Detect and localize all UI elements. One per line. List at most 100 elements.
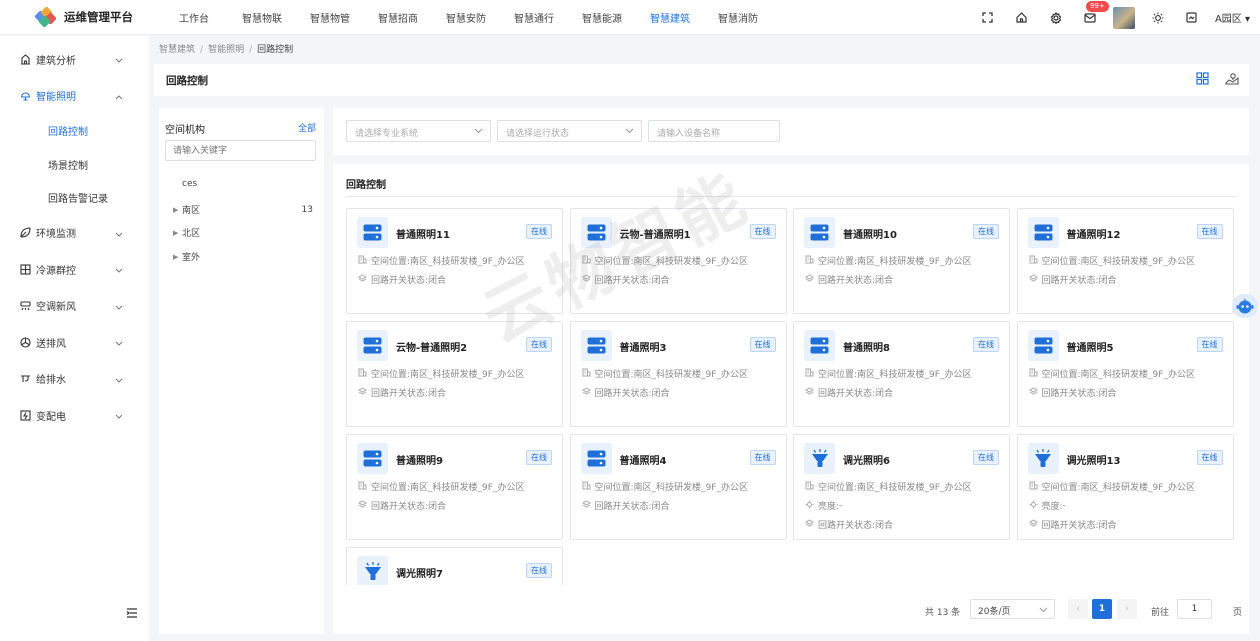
switch-light-icon <box>804 217 835 248</box>
dimmer-light-icon <box>1027 443 1059 474</box>
tenant-selector[interactable]: A园区 ▾ <box>1215 10 1250 25</box>
sidebar-subitem-1[interactable]: 场景控制 <box>0 148 149 182</box>
switch-status-label: 回路开关状态: <box>818 521 876 531</box>
chevron-up-icon <box>115 92 123 103</box>
sidebar-item-6[interactable]: 给排水 <box>0 361 149 398</box>
page-header: 回路控制 <box>154 64 1249 96</box>
device-card[interactable]: 普通照明12 在线 空间位置: 南区_科技研发楼_9F_办公区 回路开关状态: 闭合 <box>1016 208 1234 314</box>
device-card[interactable]: 普通照明3 在线 空间位置: 南区_科技研发楼_9F_办公区 回路开关状态: 闭合 <box>569 321 787 427</box>
sidebar-item-1[interactable]: 智能照明 <box>0 78 149 115</box>
nav-item-4[interactable]: 智慧安防 <box>432 10 500 25</box>
breadcrumb-separator: / <box>200 45 204 55</box>
switch-status-value: 闭合 <box>1098 521 1117 531</box>
page-number-button[interactable]: 1 <box>1092 599 1112 619</box>
sidebar-item-5[interactable]: 送排风 <box>0 324 149 361</box>
tree-node[interactable]: ▶ 南区 13 <box>173 203 313 217</box>
map-view-icon[interactable] <box>1225 72 1239 85</box>
device-card[interactable]: 普通照明11 在线 空间位置: 南区_科技研发楼_9F_办公区 回路开关状态: 闭合 <box>346 208 563 314</box>
grid-view-icon[interactable] <box>1196 72 1209 85</box>
breadcrumb-item[interactable]: 智能照明 <box>208 45 244 55</box>
card-location: 空间位置: 南区_科技研发楼_9F_办公区 <box>1029 367 1195 380</box>
card-switch-status: 回路开关状态: 闭合 <box>581 386 670 399</box>
goto-page-input[interactable]: 1 <box>1177 599 1212 619</box>
sidebar-item-4[interactable]: 空调新风 <box>0 288 149 325</box>
nav-item-8[interactable]: 智慧消防 <box>704 10 772 25</box>
device-card[interactable]: 普通照明9 在线 空间位置: 南区_科技研发楼_9F_办公区 回路开关状态: 闭合 <box>346 434 563 540</box>
device-card[interactable]: 云物-普通照明1 在线 空间位置: 南区_科技研发楼_9F_办公区 回路开关状态: … <box>569 208 787 314</box>
location-value: 南区_科技研发楼_9F_办公区 <box>633 370 748 380</box>
layers-icon <box>1028 273 1042 286</box>
status-select[interactable]: 请选择运行状态 <box>497 120 642 142</box>
location-icon <box>1029 368 1042 380</box>
assistant-robot-icon[interactable] <box>1232 294 1258 318</box>
prev-page-button[interactable]: ‹ <box>1068 599 1088 619</box>
location-icon <box>582 255 595 267</box>
nav-item-5[interactable]: 智慧通行 <box>500 10 568 25</box>
sidebar-item-label: 变配电 <box>36 411 66 423</box>
card-location: 空间位置: 南区_科技研发楼_9F_办公区 <box>805 254 971 267</box>
brightness-value: - <box>839 500 843 511</box>
tree-all-link[interactable]: 全部 <box>298 121 316 134</box>
tree-node[interactable]: ▶ 室外 <box>173 250 313 264</box>
menu-collapse-icon[interactable] <box>126 608 138 621</box>
switch-status-label: 回路开关状态: <box>594 389 652 399</box>
nav-item-7[interactable]: 智慧建筑 <box>636 10 704 25</box>
tree-search-input[interactable] <box>165 140 316 161</box>
device-name: 普通照明8 <box>843 343 890 354</box>
sidebar-subitem-0[interactable]: 回路控制 <box>0 114 149 148</box>
system-select[interactable]: 请选择专业系统 <box>346 120 491 142</box>
tree-node[interactable]: ces <box>173 179 313 189</box>
device-name: 云物-普通照明1 <box>619 230 691 241</box>
nav-item-0[interactable]: 工作台 <box>160 10 228 25</box>
location-label: 空间位置: <box>818 483 858 493</box>
status-badge: 在线 <box>973 450 999 465</box>
status-badge: 在线 <box>973 224 999 239</box>
device-card[interactable]: 调光照明7 在线空间位置: 南区_科技研发楼_9F_办公区亮度: -回路开关状态… <box>346 547 563 585</box>
device-card[interactable]: 普通照明10 在线 空间位置: 南区_科技研发楼_9F_办公区 回路开关状态: 闭合 <box>793 208 1010 314</box>
device-name-input[interactable]: 请输入设备名称 <box>648 120 780 142</box>
gear-icon[interactable] <box>1048 10 1064 26</box>
device-card[interactable]: 云物-普通照明2 在线 空间位置: 南区_科技研发楼_9F_办公区 回路开关状态: … <box>346 321 563 427</box>
screen-icon[interactable] <box>1184 10 1200 26</box>
status-badge: 在线 <box>526 224 552 239</box>
sidebar-item-2[interactable]: 环境监测 <box>0 215 149 252</box>
nav-item-2[interactable]: 智慧物管 <box>296 10 364 25</box>
device-card[interactable]: 普通照明8 在线 空间位置: 南区_科技研发楼_9F_办公区 回路开关状态: 闭合 <box>793 321 1010 427</box>
device-card[interactable]: 普通照明4 在线 空间位置: 南区_科技研发楼_9F_办公区 回路开关状态: 闭合 <box>569 434 787 540</box>
sidebar-item-label: 给排水 <box>36 375 66 387</box>
switch-status-label: 回路开关状态: <box>1041 276 1099 286</box>
switch-status-value: 闭合 <box>651 389 670 399</box>
dimmer-light-icon <box>804 443 835 474</box>
card-switch-status: 回路开关状态: 闭合 <box>804 273 893 286</box>
layers-icon <box>357 386 371 399</box>
device-name: 普通照明12 <box>1066 230 1121 241</box>
switch-light-icon <box>357 330 388 361</box>
breadcrumb-item[interactable]: 智慧建筑 <box>159 45 195 55</box>
page-size-select[interactable]: 20条/页 <box>970 599 1055 619</box>
sun-icon[interactable] <box>1150 10 1166 26</box>
location-icon <box>1029 481 1042 493</box>
sidebar-item-3[interactable]: 冷源群控 <box>0 251 149 288</box>
device-card[interactable]: 调光照明6 在线 空间位置: 南区_科技研发楼_9F_办公区 亮度: - 回路开关状态… <box>793 434 1010 540</box>
device-card[interactable]: 普通照明5 在线 空间位置: 南区_科技研发楼_9F_办公区 回路开关状态: 闭合 <box>1016 321 1234 427</box>
nav-item-6[interactable]: 智慧能源 <box>568 10 636 25</box>
dimmer-light-icon <box>357 556 388 585</box>
device-card[interactable]: 调光照明13 在线 空间位置: 南区_科技研发楼_9F_办公区 亮度: - 回路开关状… <box>1016 434 1234 540</box>
fullscreen-icon[interactable] <box>980 10 996 26</box>
home-icon[interactable] <box>1014 10 1030 26</box>
next-page-button[interactable]: › <box>1117 599 1137 619</box>
sidebar-item-7[interactable]: 变配电 <box>0 397 149 434</box>
switch-status-value: 闭合 <box>1098 389 1117 399</box>
status-badge: 在线 <box>1196 450 1223 465</box>
nav-item-3[interactable]: 智慧招商 <box>364 10 432 25</box>
location-value: 南区_科技研发楼_9F_办公区 <box>1080 370 1195 380</box>
location-label: 空间位置: <box>594 370 634 380</box>
logo[interactable]: 运维管理平台 <box>0 6 160 28</box>
nav-item-1[interactable]: 智慧物联 <box>228 10 296 25</box>
mail-icon[interactable]: 99+ <box>1082 0 1109 26</box>
sidebar-subitem-2[interactable]: 回路告警记录 <box>0 181 149 215</box>
location-value: 南区_科技研发楼_9F_办公区 <box>633 483 748 493</box>
avatar[interactable] <box>1112 6 1135 29</box>
sidebar-item-0[interactable]: 建筑分析 <box>0 41 149 78</box>
tree-node[interactable]: ▶ 北区 <box>173 226 313 240</box>
